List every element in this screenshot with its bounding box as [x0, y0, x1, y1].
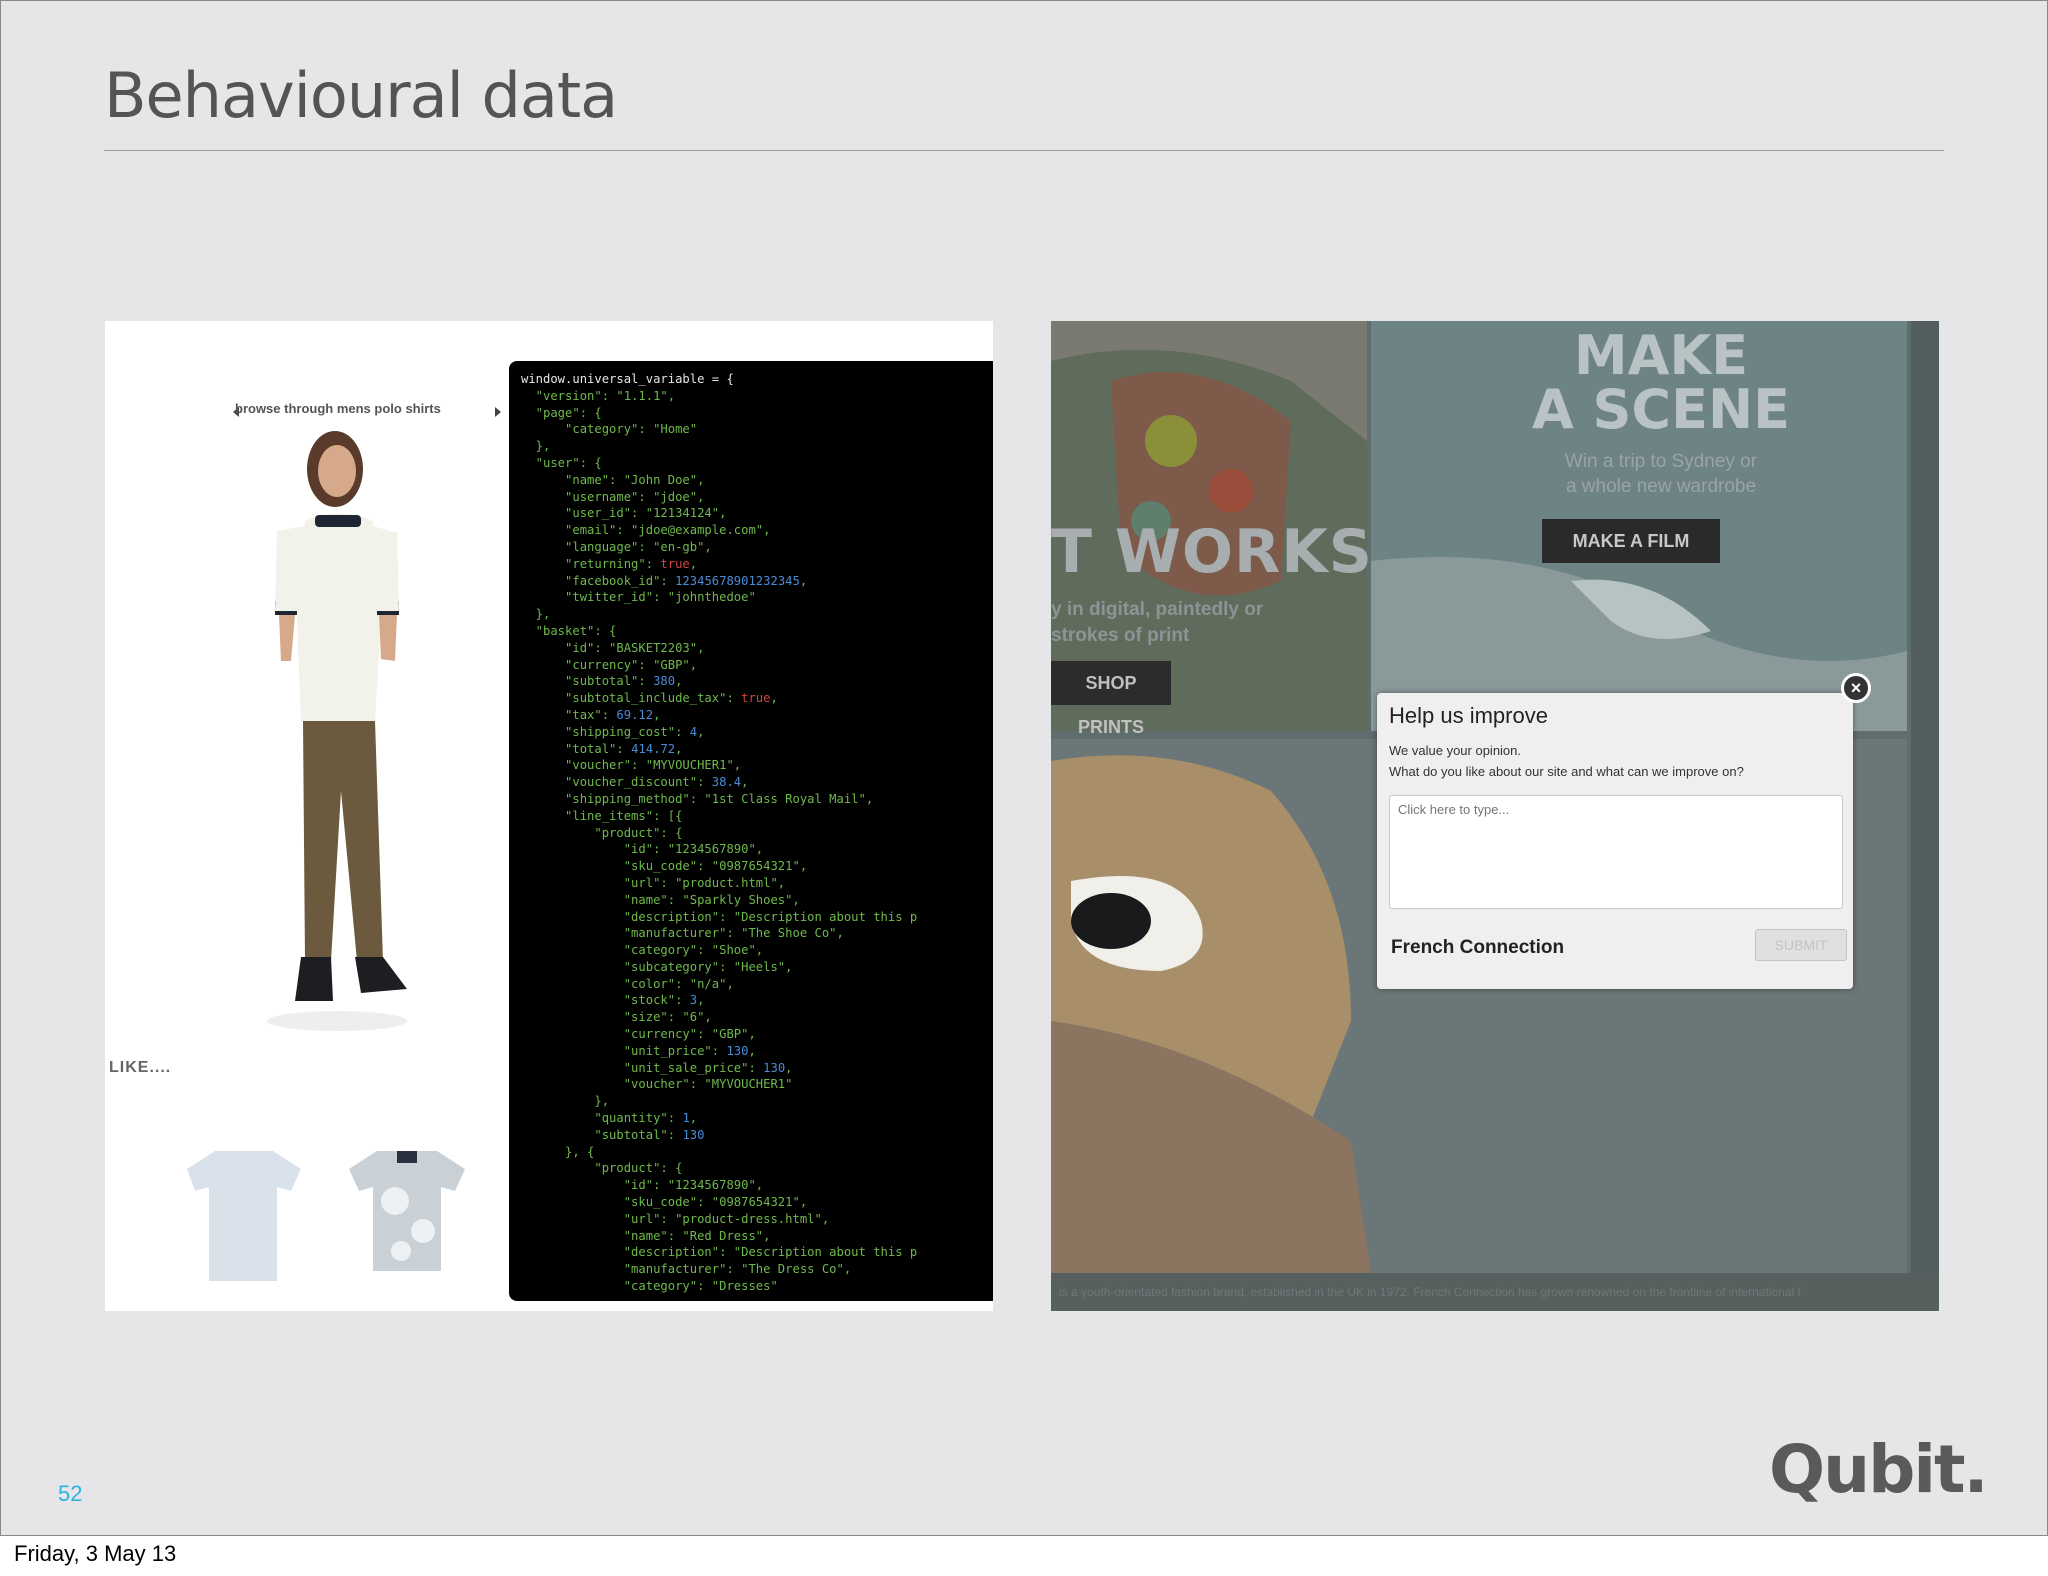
scene-subtitle: Win a trip to Sydney or a whole new ward…	[1491, 449, 1831, 499]
code-line: "currency": "GBP",	[521, 657, 698, 672]
code-line: "facebook_id": 12345678901232345,	[521, 573, 808, 588]
thumbnail-polo-light-blue	[187, 1151, 301, 1281]
code-line: "name": "John Doe",	[521, 472, 705, 487]
code-line: },	[521, 607, 551, 622]
scene-sub-line1: Win a trip to Sydney or	[1564, 451, 1758, 472]
code-line: "user_id": "12134124",	[521, 506, 727, 521]
qubit-logo: Qubit.	[1769, 1431, 1989, 1508]
close-icon[interactable]: ×	[1841, 673, 1871, 703]
popup-intro-text: We value your opinion.	[1389, 743, 1522, 758]
code-line: "subtotal": 130	[521, 1127, 705, 1142]
code-line: window.universal_variable = {	[521, 372, 734, 386]
code-listing: window.universal_variable = { "version":…	[521, 371, 981, 1295]
scene-title-line2: A SCENE	[1531, 378, 1791, 441]
thumbnail-polo-floral	[349, 1151, 465, 1271]
like-label: LIKE....	[109, 1059, 172, 1076]
works-subtitle: y in digital, paintedly or strokes of pr…	[1051, 597, 1263, 649]
code-line: "quantity": 1,	[521, 1111, 698, 1126]
code-line: "twitter_id": "johnthedoe"	[521, 590, 756, 605]
code-line: "sku_code": "0987654321",	[521, 859, 808, 874]
survey-site-screenshot: MAKE A SCENE Win a trip to Sydney or a w…	[1051, 321, 1939, 1311]
code-line: "url": "product-dress.html",	[521, 1211, 830, 1226]
universal-variable-code-panel: window.universal_variable = { "version":…	[509, 361, 993, 1301]
code-line: "voucher": "MYVOUCHER1"	[521, 1077, 793, 1092]
code-line: "subtotal_include_tax": true,	[521, 691, 778, 706]
code-line: "shipping_cost": 4,	[521, 724, 705, 739]
feedback-survey-popup: Help us improve We value your opinion. W…	[1377, 693, 1853, 989]
submit-button[interactable]: SUBMIT	[1755, 929, 1847, 961]
make-a-film-button[interactable]: MAKE A FILM	[1542, 519, 1720, 563]
code-line: "category": "Dresses"	[521, 1279, 778, 1294]
code-line: "tax": 69.12,	[521, 707, 661, 722]
browse-navigation-text[interactable]: browse through mens polo shirts	[235, 401, 441, 416]
works-heading: T WORKS	[1051, 517, 1373, 587]
code-line: "user": {	[521, 455, 602, 470]
slide: Behavioural data browse through mens pol…	[0, 0, 2048, 1536]
code-line: "sku_code": "0987654321",	[521, 1195, 808, 1210]
code-line: "line_items": [{	[521, 808, 683, 823]
code-line: "language": "en-gb",	[521, 539, 712, 554]
code-line: "voucher": "MYVOUCHER1",	[521, 758, 742, 773]
code-line: "subtotal": 380,	[521, 674, 683, 689]
code-line: },	[521, 439, 551, 454]
code-line: "id": "1234567890",	[521, 842, 764, 857]
code-line: "unit_price": 130,	[521, 1043, 756, 1058]
make-a-scene-heading: MAKE A SCENE	[1511, 329, 1811, 437]
code-line: "subcategory": "Heels",	[521, 959, 793, 974]
works-sub-line2: strokes of print	[1051, 625, 1190, 646]
model-photo	[267, 431, 407, 1031]
code-line: "description": "Description about this p	[521, 909, 918, 924]
code-line: "description": "Description about this p	[521, 1245, 918, 1260]
code-line: "color": "n/a",	[521, 976, 734, 991]
popup-title: Help us improve	[1389, 703, 1548, 728]
code-line: "voucher_discount": 38.4,	[521, 775, 749, 790]
code-line: "name": "Sparkly Shoes",	[521, 892, 800, 907]
site-footer-text: is a youth-orientated fashion brand, est…	[1051, 1273, 1939, 1311]
code-line: "name": "Red Dress",	[521, 1228, 771, 1243]
print-date: Friday, 3 May 13	[14, 1541, 177, 1566]
code-line: "version": "1.1.1",	[521, 388, 676, 403]
code-line: "unit_sale_price": 130,	[521, 1060, 793, 1075]
shop-prints-button[interactable]: SHOP PRINTS	[1051, 661, 1171, 737]
code-line: "shipping_method": "1st Class Royal Mail…	[521, 791, 874, 806]
code-line: "category": "Shoe",	[521, 943, 764, 958]
code-line: "id": "BASKET2203",	[521, 640, 705, 655]
code-line: }, {	[521, 1144, 595, 1159]
popup-brand-name: French Connection	[1391, 937, 1565, 958]
scene-title-line1: MAKE	[1573, 324, 1749, 387]
code-line: "username": "jdoe",	[521, 489, 705, 504]
code-line: "returning": true,	[521, 556, 698, 571]
code-line: "category": "Home"	[521, 422, 698, 437]
browse-next-arrow-icon	[495, 407, 501, 417]
code-line: "product": {	[521, 1161, 683, 1176]
code-line: "basket": {	[521, 623, 617, 638]
code-line: },	[521, 1094, 610, 1109]
code-line: "id": "1234567890",	[521, 1178, 764, 1193]
works-sub-line1: y in digital, paintedly or	[1051, 599, 1264, 620]
code-line: "url": "product.html",	[521, 875, 786, 890]
code-line: "manufacturer": "The Dress Co",	[521, 1262, 852, 1277]
code-line: "page": {	[521, 405, 602, 420]
code-line: "email": "jdoe@example.com",	[521, 523, 771, 538]
code-line: "currency": "GBP",	[521, 1027, 756, 1042]
page-number: 52	[58, 1481, 83, 1506]
feedback-textarea[interactable]	[1389, 795, 1843, 909]
code-line: "product": {	[521, 825, 683, 840]
product-page-screenshot: browse through mens polo shirts LIKE....…	[105, 321, 993, 1311]
title-divider	[104, 150, 1944, 151]
code-line: "stock": 3,	[521, 993, 705, 1008]
code-line: "size": "6",	[521, 1010, 712, 1025]
popup-question-text: What do you like about our site and what…	[1389, 764, 1744, 779]
scene-sub-line2: a whole new wardrobe	[1565, 476, 1757, 497]
slide-title: Behavioural data	[104, 59, 618, 132]
code-line: "manufacturer": "The Shoe Co",	[521, 926, 844, 941]
code-line: "total": 414.72,	[521, 741, 683, 756]
